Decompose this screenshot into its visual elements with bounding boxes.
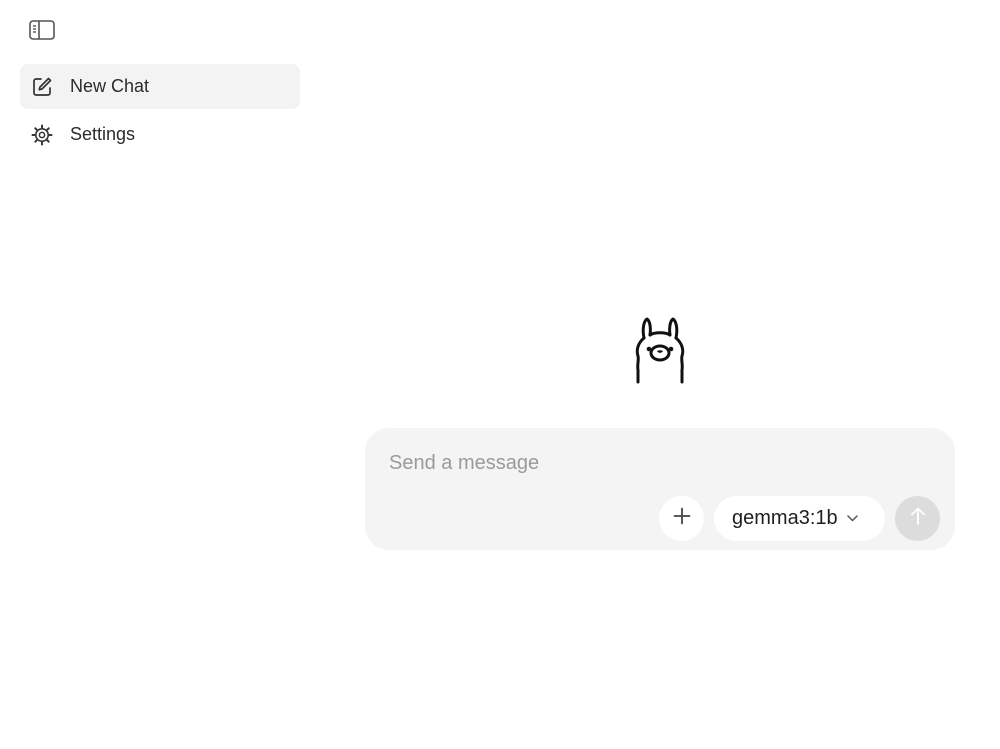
message-composer: gemma3:1b — [365, 428, 955, 550]
settings-gear-icon — [30, 123, 54, 147]
sidebar-item-settings[interactable]: Settings — [20, 112, 300, 157]
model-selector[interactable]: gemma3:1b — [714, 496, 885, 541]
sidebar-toggle-icon — [29, 19, 55, 45]
attach-button[interactable] — [659, 496, 704, 541]
sidebar-item-label: New Chat — [70, 76, 150, 96]
model-name: gemma3:1b — [732, 507, 838, 529]
message-input[interactable] — [389, 448, 929, 478]
llama-mascot-icon — [632, 316, 688, 384]
sidebar-toggle-button[interactable] — [28, 19, 56, 45]
chevron-down-icon — [847, 513, 859, 525]
app-window: New Chat Settings Send a message gemma3:… — [0, 0, 1000, 749]
send-button[interactable] — [895, 496, 940, 541]
sidebar-item-label: Settings — [70, 124, 136, 144]
new-chat-icon — [30, 75, 54, 99]
sidebar: New Chat Settings — [0, 0, 320, 749]
plus-icon — [673, 507, 691, 530]
arrow-up-icon — [910, 506, 926, 531]
sidebar-item-new-chat[interactable]: New Chat — [20, 64, 300, 109]
